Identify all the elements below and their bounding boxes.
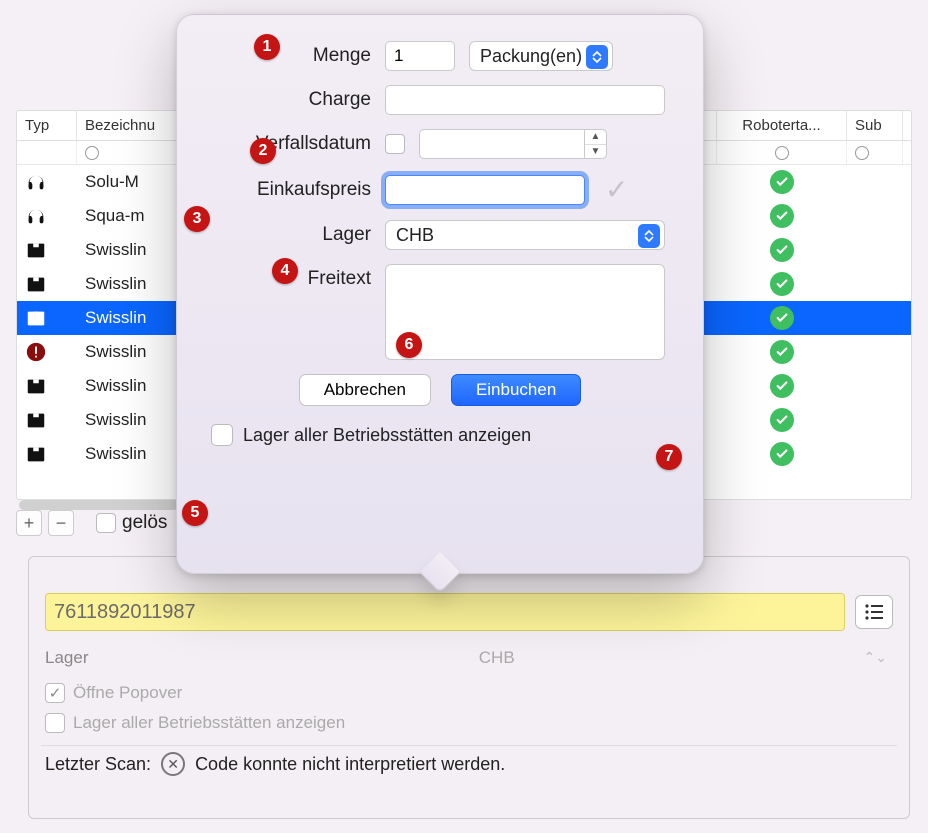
popover-lager-label: Lager xyxy=(203,224,371,246)
open-popover-label: Öffne Popover xyxy=(73,683,182,703)
check-circle-icon xyxy=(770,408,794,432)
box-icon xyxy=(25,443,47,465)
open-popover-checkbox[interactable] xyxy=(45,683,65,703)
last-scan-label: Letzter Scan: xyxy=(45,754,151,775)
annotation-badge-5: 5 xyxy=(182,500,208,526)
check-circle-icon xyxy=(770,340,794,364)
error-icon: ✕ xyxy=(161,752,185,776)
chevron-updown-icon xyxy=(638,224,660,248)
headphones-icon xyxy=(25,171,47,193)
verfall-input[interactable] xyxy=(419,129,585,159)
list-button[interactable] xyxy=(855,595,893,629)
menge-label: Menge xyxy=(203,45,371,67)
verfall-label: Verfallsdatum xyxy=(203,133,371,155)
date-stepper[interactable]: ▲ ▼ xyxy=(585,129,607,159)
unit-value: Packung(en) xyxy=(480,46,582,67)
annotation-badge-1: 1 xyxy=(254,34,280,60)
box-icon xyxy=(25,307,47,329)
check-circle-icon xyxy=(770,306,794,330)
freitext-input[interactable] xyxy=(385,264,665,360)
table-footer: + − gelös xyxy=(16,510,167,536)
check-circle-icon xyxy=(770,238,794,262)
box-icon xyxy=(25,375,47,397)
check-circle-icon xyxy=(770,204,794,228)
filter-icon[interactable] xyxy=(775,146,789,160)
col-header-typ[interactable]: Typ xyxy=(17,111,77,140)
check-circle-icon xyxy=(770,374,794,398)
col-header-sub[interactable]: Sub xyxy=(847,111,903,140)
box-icon xyxy=(25,239,47,261)
unit-select[interactable]: Packung(en) xyxy=(469,41,613,71)
add-button[interactable]: + xyxy=(16,510,42,536)
verfall-checkbox[interactable] xyxy=(385,134,405,154)
filter-icon[interactable] xyxy=(855,146,869,160)
booking-popover: Menge Packung(en) Charge Verfallsdatum ▲… xyxy=(176,14,704,574)
lower-lager-select[interactable]: CHB ⌃⌄ xyxy=(100,643,893,673)
popover-lager-select[interactable]: CHB xyxy=(385,220,665,250)
annotation-badge-7: 7 xyxy=(656,444,682,470)
annotation-badge-3: 3 xyxy=(184,206,210,232)
chevron-down-icon: ▼ xyxy=(585,145,606,159)
col-header-roboter[interactable]: Roboterta... xyxy=(717,111,847,140)
alert-icon xyxy=(25,341,47,363)
annotation-badge-4: 4 xyxy=(272,258,298,284)
box-icon xyxy=(25,273,47,295)
submit-button[interactable]: Einbuchen xyxy=(451,374,581,406)
check-circle-icon xyxy=(770,442,794,466)
check-circle-icon xyxy=(770,272,794,296)
ekp-input[interactable] xyxy=(385,175,585,205)
filter-icon[interactable] xyxy=(85,146,99,160)
show-all-sites-checkbox[interactable] xyxy=(211,424,233,446)
check-circle-icon xyxy=(770,170,794,194)
ekp-label: Einkaufspreis xyxy=(203,179,371,201)
list-icon xyxy=(864,604,884,620)
scan-panel: ○ Einbuche… ○ Ausbuchung Lager CHB ⌃⌄ Öf… xyxy=(28,556,910,819)
charge-label: Charge xyxy=(203,89,371,111)
barcode-input[interactable] xyxy=(45,593,845,631)
chevron-updown-icon: ⌃⌄ xyxy=(864,649,887,666)
chevron-up-icon: ▲ xyxy=(585,130,606,145)
deleted-label: gelös xyxy=(122,512,167,534)
show-all-sites-label: Lager aller Betriebsstätten anzeigen xyxy=(243,425,531,446)
charge-input[interactable] xyxy=(385,85,665,115)
box-icon xyxy=(25,409,47,431)
show-all-sites-label-lower: Lager aller Betriebsstätten anzeigen xyxy=(73,713,345,733)
remove-button[interactable]: − xyxy=(48,510,74,536)
show-all-sites-checkbox-lower[interactable] xyxy=(45,713,65,733)
lower-lager-value: CHB xyxy=(479,648,515,668)
popover-lager-value: CHB xyxy=(396,225,434,246)
annotation-badge-2: 2 xyxy=(250,138,276,164)
headphones-icon xyxy=(25,205,47,227)
last-scan-message: Code konnte nicht interpretiert werden. xyxy=(195,754,505,775)
annotation-badge-6: 6 xyxy=(396,332,422,358)
cancel-button[interactable]: Abbrechen xyxy=(299,374,431,406)
chevron-updown-icon xyxy=(586,45,608,69)
menge-input[interactable] xyxy=(385,41,455,71)
deleted-checkbox[interactable] xyxy=(96,513,116,533)
check-icon: ✓ xyxy=(605,173,628,206)
lower-lager-label: Lager xyxy=(45,648,88,668)
